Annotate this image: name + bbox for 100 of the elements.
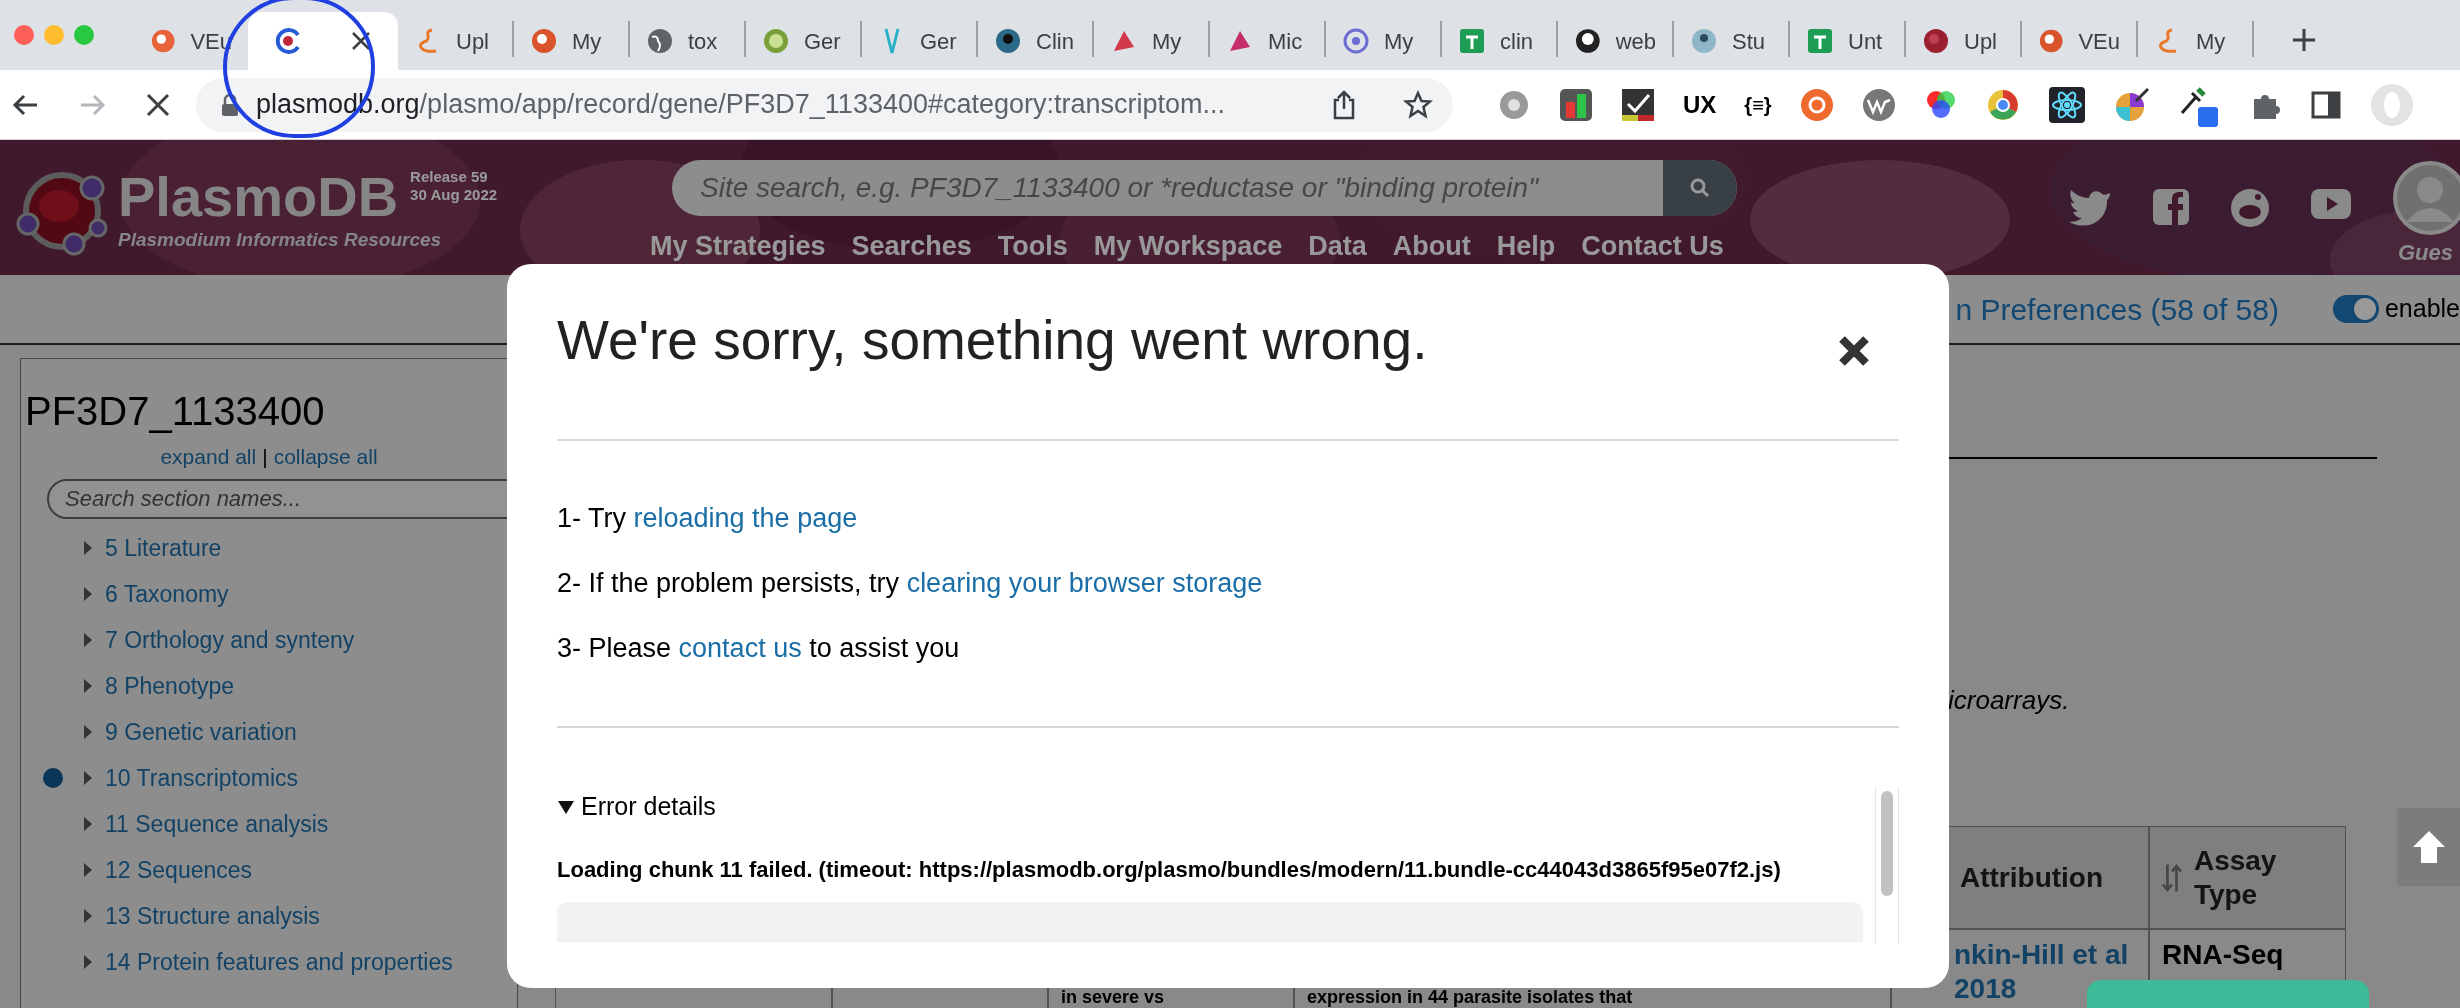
close-window-button[interactable] <box>14 25 34 45</box>
section-link[interactable]: 5 Literature <box>105 530 222 566</box>
browser-tab[interactable]: Stu <box>1674 12 1788 70</box>
collapse-all-link[interactable]: collapse all <box>273 443 378 471</box>
checkmark-icon[interactable] <box>1621 87 1655 122</box>
browser-tab[interactable]: My <box>2138 12 2252 70</box>
user-avatar-icon[interactable] <box>2392 160 2460 236</box>
browser-tab[interactable]: Unt <box>1790 12 1904 70</box>
browser-tab[interactable] <box>248 12 398 70</box>
facebook-icon[interactable] <box>2152 188 2190 226</box>
expand-arrow-icon[interactable] <box>83 540 93 556</box>
tab-favicon-icon <box>150 27 177 55</box>
atom-icon[interactable] <box>2047 85 2086 124</box>
search-button[interactable] <box>1663 160 1737 216</box>
browser-tab[interactable]: web <box>1558 12 1672 70</box>
plus-icon <box>2290 26 2318 54</box>
tab-favicon-icon <box>274 27 302 55</box>
browser-tab[interactable]: clin <box>1442 12 1556 70</box>
tab-favicon-icon <box>1922 27 1950 55</box>
scroll-to-top-button[interactable] <box>2397 808 2460 886</box>
column-header[interactable]: Assay Type <box>2149 826 2346 929</box>
browser-tab[interactable]: Ger <box>862 12 976 70</box>
tab-favicon-icon <box>1806 27 1834 55</box>
nav-link[interactable]: Contact Us <box>1581 226 1724 267</box>
guest-label: Gues <box>2397 239 2454 267</box>
browser-tab[interactable]: Clin <box>978 12 1092 70</box>
nav-link[interactable]: My Workspace <box>1093 226 1283 267</box>
section-link[interactable]: 6 Taxonomy <box>105 576 229 612</box>
browser-tab[interactable]: My <box>1326 12 1440 70</box>
section-link[interactable]: 10 Transcriptomics <box>105 760 298 796</box>
tab-favicon-icon <box>1574 27 1602 55</box>
expand-arrow-icon[interactable] <box>83 632 93 648</box>
browser-tab[interactable]: Ger <box>746 12 860 70</box>
section-link[interactable]: 9 Genetic variation <box>105 714 297 750</box>
expand-arrow-icon[interactable] <box>83 954 93 970</box>
scrollbar[interactable] <box>1875 787 1899 944</box>
tab-favicon-icon <box>2038 27 2065 55</box>
nav-link[interactable]: Tools <box>997 226 1068 267</box>
attribution-link[interactable]: nkin-Hill et al 2018 <box>1954 938 2136 1006</box>
share-icon[interactable] <box>1331 89 1357 120</box>
site-search-field[interactable]: Site search, e.g. PF3D7_1133400 or *reductase or "binding protein" <box>672 160 1737 216</box>
expand-arrow-icon[interactable] <box>83 586 93 602</box>
section-link[interactable]: 11 Sequence analysis <box>105 806 329 842</box>
expand-arrow-icon[interactable] <box>83 908 93 924</box>
reload-page-link[interactable]: reloading the page <box>633 503 858 533</box>
contact-link[interactable]: contact us <box>678 633 802 663</box>
logo-tagline: Plasmodium Informatics Resources <box>118 228 443 252</box>
expand-arrow-icon[interactable] <box>83 724 93 740</box>
nav-link[interactable]: My Strategies <box>650 226 826 267</box>
link-separator: | <box>262 444 268 470</box>
expand-all-link[interactable]: expand all <box>160 443 257 471</box>
lock-icon <box>220 92 240 117</box>
browser-tab[interactable]: VEu <box>2022 12 2136 70</box>
ux-extension-button[interactable]: UX <box>1683 92 1717 117</box>
browser-tab[interactable]: My <box>514 12 628 70</box>
tab-favicon-icon <box>1342 27 1370 55</box>
twitter-icon[interactable] <box>2068 188 2112 226</box>
disclosure-triangle-icon <box>557 799 575 815</box>
expand-arrow-icon[interactable] <box>83 678 93 694</box>
dialog-title: We're sorry, something went wrong. <box>557 308 1428 373</box>
wave-icon[interactable] <box>1861 87 1896 122</box>
error-details-toggle[interactable]: Error details <box>557 787 1875 824</box>
tab-favicon-icon <box>1458 27 1486 55</box>
tab-favicon-icon <box>530 27 558 55</box>
section-link[interactable]: 8 Phenotype <box>105 668 235 704</box>
toggle-switch[interactable] <box>2332 295 2379 323</box>
preferences-link[interactable]: n Preferences (58 of 58) <box>1955 286 2279 332</box>
clear-storage-link[interactable]: clearing your browser storage <box>906 568 1263 598</box>
json-extension-button[interactable]: {≡} <box>1744 89 1772 120</box>
browser-tab[interactable]: tox <box>630 12 744 70</box>
ring-icon[interactable] <box>1799 87 1834 122</box>
star-icon[interactable] <box>1403 89 1433 120</box>
bar-chart-icon[interactable] <box>1559 87 1593 122</box>
release-date: 30 Aug 2022 <box>410 186 498 204</box>
browser-tab[interactable]: Upl <box>1906 12 2020 70</box>
section-link[interactable]: 13 Structure analysis <box>105 898 320 934</box>
browser-tab[interactable]: My <box>1094 12 1208 70</box>
tab-favicon-icon <box>646 27 674 55</box>
expand-arrow-icon[interactable] <box>83 862 93 878</box>
browser-tab[interactable]: Upl <box>398 12 512 70</box>
section-link[interactable]: 12 Sequences <box>105 852 253 888</box>
reddit-icon[interactable] <box>2230 188 2270 228</box>
section-link[interactable]: 14 Protein features and properties <box>105 944 453 980</box>
close-tab-icon[interactable] <box>350 30 372 52</box>
expand-arrow-icon[interactable] <box>83 770 93 786</box>
nav-link[interactable]: Help <box>1496 226 1556 267</box>
browser-tab[interactable]: Mic <box>1210 12 1324 70</box>
youtube-icon[interactable] <box>2310 188 2352 220</box>
section-link[interactable]: 7 Orthology and synteny <box>105 622 355 658</box>
search-icon <box>1690 178 1710 198</box>
nav-link[interactable]: Data <box>1308 226 1367 267</box>
nav-link[interactable]: Searches <box>851 226 972 267</box>
expand-arrow-icon[interactable] <box>83 816 93 832</box>
close-icon <box>1837 334 1871 368</box>
description-text: icroarrays. <box>1947 685 2071 715</box>
browser-logo-icon[interactable] <box>1985 87 2020 122</box>
logo-wordmark[interactable]: PlasmoDB <box>118 166 399 228</box>
color-picker-icon[interactable] <box>2113 86 2150 123</box>
nav-link[interactable]: About <box>1392 226 1471 267</box>
record-title: PF3D7_1133400 <box>24 388 326 435</box>
